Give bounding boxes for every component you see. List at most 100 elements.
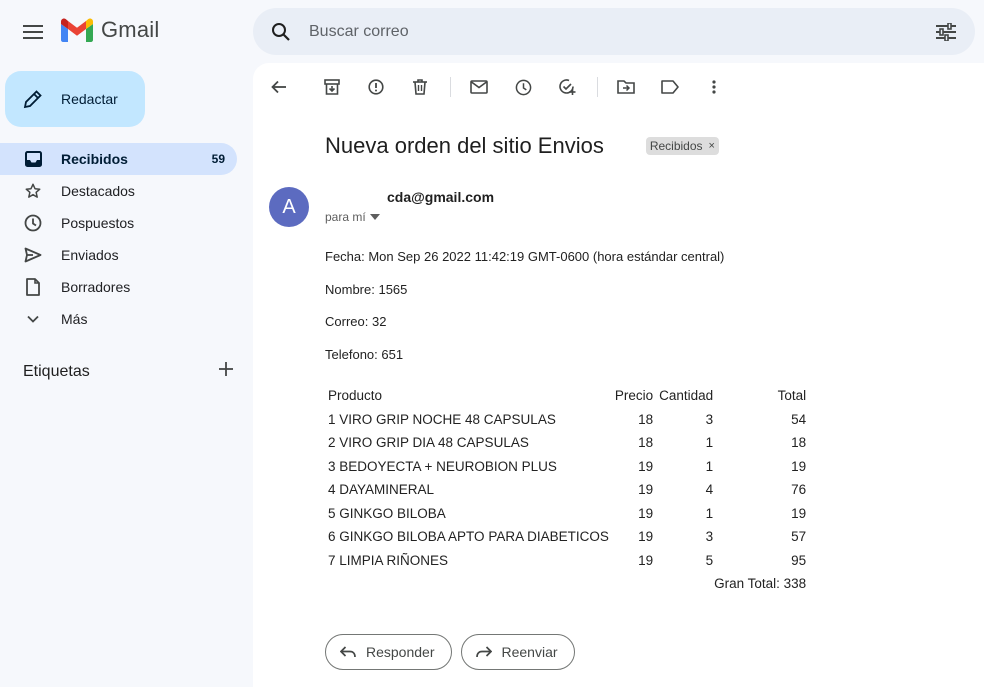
sidebar-item-label: Borradores bbox=[61, 279, 131, 295]
cell-producto: 2 VIRO GRIP DIA 48 CAPSULAS bbox=[328, 435, 529, 451]
cell-total: 57 bbox=[791, 529, 807, 545]
search-button[interactable] bbox=[253, 22, 309, 42]
cell-precio: 18 bbox=[638, 411, 654, 427]
label-chip-inbox[interactable]: Recibidos × bbox=[645, 137, 719, 155]
cell-producto: 5 GINKGO BILOBA bbox=[328, 505, 446, 521]
header-producto: Producto bbox=[328, 388, 383, 404]
sidebar-item-snoozed[interactable]: Pospuestos bbox=[0, 207, 237, 239]
unread-count-badge: 59 bbox=[211, 152, 225, 166]
gmail-logo[interactable]: Gmail bbox=[61, 17, 159, 43]
sidebar-item-label: Más bbox=[61, 311, 88, 327]
arrow-back-icon bbox=[271, 80, 286, 94]
labels-header: Etiquetas bbox=[23, 362, 233, 381]
archive-button[interactable] bbox=[316, 71, 348, 103]
cell-precio: 19 bbox=[638, 482, 654, 498]
cell-total: 18 bbox=[791, 435, 807, 451]
clock-icon bbox=[515, 79, 531, 95]
cell-total: 95 bbox=[791, 552, 807, 568]
sidebar-item-sent[interactable]: Enviados bbox=[0, 239, 237, 271]
archive-icon bbox=[324, 79, 340, 95]
cell-cantidad: 1 bbox=[705, 435, 714, 451]
grand-total: Gran Total: 338 bbox=[714, 576, 807, 592]
sender-avatar[interactable]: A bbox=[269, 187, 309, 227]
search-bar[interactable] bbox=[253, 8, 975, 55]
gmail-logo-text: Gmail bbox=[101, 17, 160, 42]
toolbar-divider bbox=[450, 77, 451, 97]
sidebar-item-label: Enviados bbox=[61, 247, 119, 263]
trash-icon bbox=[413, 79, 427, 95]
reply-actions: Responder Reenviar bbox=[325, 634, 575, 670]
main-menu-button[interactable] bbox=[14, 13, 52, 51]
label-button[interactable] bbox=[654, 71, 686, 103]
header-total: Total bbox=[777, 388, 807, 404]
search-input[interactable] bbox=[309, 22, 917, 41]
recipient-details-toggle[interactable]: para mí bbox=[325, 210, 380, 224]
labels-title: Etiquetas bbox=[23, 362, 90, 380]
snooze-button[interactable] bbox=[507, 71, 539, 103]
table-row: 1 VIRO GRIP NOCHE 48 CAPSULAS 18 3 54 bbox=[325, 408, 809, 432]
sidebar-item-drafts[interactable]: Borradores bbox=[0, 271, 237, 303]
cell-producto: 4 DAYAMINERAL bbox=[328, 482, 435, 498]
compose-button[interactable]: Redactar bbox=[5, 71, 145, 127]
sidebar-item-label: Destacados bbox=[61, 183, 135, 199]
delete-button[interactable] bbox=[404, 71, 436, 103]
order-date: Fecha: Mon Sep 26 2022 11:42:19 GMT-0600… bbox=[325, 249, 725, 264]
gmail-m-icon bbox=[61, 18, 93, 42]
move-to-button[interactable] bbox=[610, 71, 642, 103]
forward-button[interactable]: Reenviar bbox=[460, 634, 575, 670]
sidebar-item-more[interactable]: Más bbox=[0, 303, 237, 335]
more-options-button[interactable] bbox=[698, 71, 730, 103]
add-label-button[interactable] bbox=[219, 362, 233, 381]
report-spam-icon bbox=[368, 79, 384, 95]
forward-label: Reenviar bbox=[501, 644, 558, 660]
cell-cantidad: 3 bbox=[705, 411, 714, 427]
customer-phone: Telefono: 651 bbox=[325, 346, 404, 362]
message-pane: Nueva orden del sitio Envios Recibidos ×… bbox=[253, 63, 984, 687]
back-button[interactable] bbox=[263, 71, 295, 103]
sidebar-item-label: Pospuestos bbox=[61, 215, 135, 231]
order-table: Producto Precio Cantidad Total 1 VIRO GR… bbox=[325, 384, 809, 596]
report-spam-button[interactable] bbox=[360, 71, 392, 103]
more-vertical-icon bbox=[712, 80, 716, 94]
grand-total-row: Gran Total: 338 bbox=[325, 572, 809, 596]
cell-producto: 7 LIMPIA RIÑONES bbox=[328, 552, 449, 568]
cell-producto: 3 BEDOYECTA + NEUROBION PLUS bbox=[328, 458, 557, 474]
reply-button[interactable]: Responder bbox=[325, 634, 452, 670]
star-icon bbox=[24, 182, 42, 200]
table-row: 7 LIMPIA RIÑONES 19 5 95 bbox=[325, 549, 809, 573]
mark-unread-button[interactable] bbox=[463, 71, 495, 103]
add-to-tasks-button[interactable] bbox=[551, 71, 583, 103]
table-row: 2 VIRO GRIP DIA 48 CAPSULAS 18 1 18 bbox=[325, 431, 809, 455]
cell-precio: 19 bbox=[638, 505, 654, 521]
cell-precio: 19 bbox=[638, 552, 654, 568]
sidebar-item-starred[interactable]: Destacados bbox=[0, 175, 237, 207]
add-task-icon bbox=[559, 79, 576, 95]
table-row: 4 DAYAMINERAL 19 4 76 bbox=[325, 478, 809, 502]
cell-cantidad: 5 bbox=[705, 552, 714, 568]
remove-label-button[interactable]: × bbox=[709, 140, 715, 152]
table-row: 3 BEDOYECTA + NEUROBION PLUS 19 1 19 bbox=[325, 455, 809, 479]
reply-icon bbox=[340, 646, 356, 658]
sender-email[interactable]: cda@gmail.com bbox=[387, 189, 494, 205]
label-tag-icon bbox=[661, 80, 679, 94]
message-toolbar bbox=[263, 71, 742, 103]
cell-cantidad: 4 bbox=[705, 482, 714, 498]
caret-down-icon bbox=[369, 214, 380, 220]
search-options-button[interactable] bbox=[917, 22, 975, 41]
forward-icon bbox=[475, 646, 492, 658]
email-subject: Nueva orden del sitio Envios bbox=[325, 133, 604, 158]
compose-label: Redactar bbox=[61, 91, 118, 107]
cell-producto: 6 GINKGO BILOBA APTO PARA DIABETICOS bbox=[328, 529, 609, 545]
cell-cantidad: 3 bbox=[705, 529, 714, 545]
email-body: Fecha: Mon Sep 26 2022 11:42:19 GMT-0600… bbox=[325, 249, 724, 379]
label-chip-text: Recibidos bbox=[649, 139, 703, 153]
recipient-text: para mí bbox=[325, 210, 366, 224]
subject-row: Nueva orden del sitio Envios Recibidos × bbox=[325, 133, 719, 159]
toolbar-divider bbox=[597, 77, 598, 97]
plus-icon bbox=[219, 362, 233, 376]
draft-icon bbox=[24, 278, 42, 296]
sidebar-item-inbox[interactable]: Recibidos 59 bbox=[0, 143, 237, 175]
cell-precio: 19 bbox=[638, 529, 654, 545]
move-to-folder-icon bbox=[617, 80, 635, 94]
